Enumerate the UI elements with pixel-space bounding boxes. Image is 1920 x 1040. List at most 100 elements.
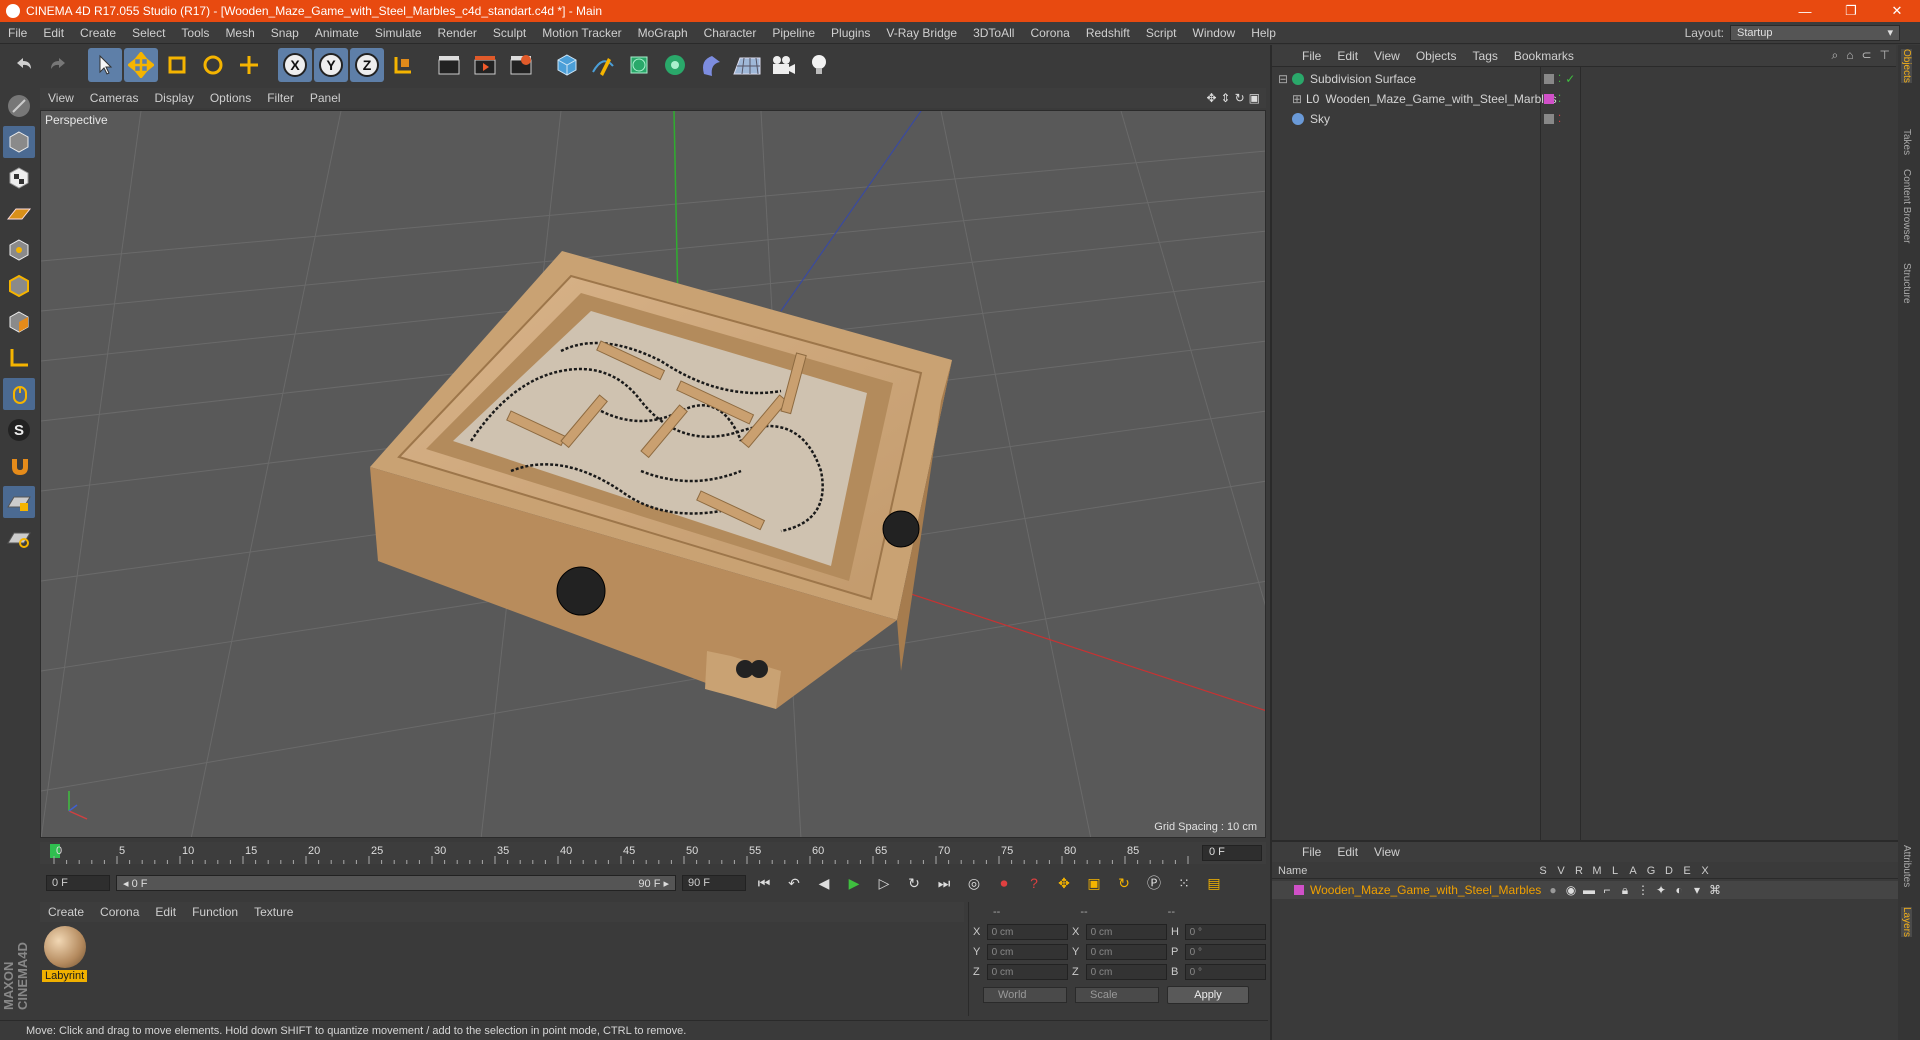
material-menu-create[interactable]: Create bbox=[40, 905, 92, 919]
floor-button[interactable] bbox=[730, 48, 764, 82]
solo-button[interactable]: S bbox=[3, 414, 35, 446]
menu-plugins[interactable]: Plugins bbox=[823, 26, 878, 40]
autokey-icon[interactable]: ? bbox=[1022, 871, 1046, 895]
solo-dot-icon[interactable]: ● bbox=[1544, 883, 1562, 897]
lock-icon[interactable]: 🔒︎ bbox=[1616, 883, 1634, 898]
menu-simulate[interactable]: Simulate bbox=[367, 26, 430, 40]
render-icon[interactable]: ▬ bbox=[1580, 883, 1598, 897]
link-icon[interactable]: ⊂ bbox=[1861, 48, 1871, 63]
tab-objects[interactable]: Objects bbox=[1901, 49, 1912, 83]
position-x-field[interactable]: 0 cm bbox=[986, 924, 1068, 940]
rotation-b-field[interactable]: 0 ° bbox=[1184, 964, 1266, 980]
menu-mograph[interactable]: MoGraph bbox=[630, 26, 696, 40]
generator-icon[interactable]: ✦ bbox=[1652, 883, 1670, 897]
coordinate-system-button[interactable] bbox=[386, 48, 420, 82]
visibility-dots-icon[interactable]: ⁚ bbox=[1558, 74, 1561, 85]
objects-menu-objects[interactable]: Objects bbox=[1408, 49, 1465, 63]
objects-menu-view[interactable]: View bbox=[1366, 49, 1408, 63]
start-frame-field[interactable]: 0 F bbox=[46, 875, 110, 891]
layer-column-generators[interactable]: G bbox=[1642, 865, 1660, 877]
array-button[interactable] bbox=[658, 48, 692, 82]
material-menu-edit[interactable]: Edit bbox=[147, 905, 184, 919]
position-y-field[interactable]: 0 cm bbox=[986, 944, 1068, 960]
layer-row[interactable]: Wooden_Maze_Game_with_Steel_Marbles ● ◉ … bbox=[1272, 881, 1898, 899]
viewport-menu-filter[interactable]: Filter bbox=[259, 91, 302, 105]
objects-menu-edit[interactable]: Edit bbox=[1329, 49, 1366, 63]
maximize-view-icon[interactable]: ▣ bbox=[1249, 91, 1260, 105]
object-row[interactable]: ⊞ L0 Wooden_Maze_Game_with_Steel_Marbles… bbox=[1272, 89, 1898, 109]
menu-mesh[interactable]: Mesh bbox=[217, 26, 262, 40]
undo-button[interactable] bbox=[6, 48, 40, 82]
step-back-icon[interactable]: ↶ bbox=[782, 871, 806, 895]
preview-range-slider[interactable]: ◂ 0 F 90 F ▸ bbox=[116, 875, 676, 891]
coordinate-space-dropdown[interactable]: World bbox=[983, 987, 1067, 1003]
layout-select[interactable]: Startup ▾ bbox=[1730, 24, 1900, 41]
objects-menu-tags[interactable]: Tags bbox=[1465, 49, 1506, 63]
axis-mode-button[interactable] bbox=[3, 342, 35, 374]
viewport-menu-cameras[interactable]: Cameras bbox=[82, 91, 147, 105]
redo-button[interactable] bbox=[42, 48, 76, 82]
menu-pipeline[interactable]: Pipeline bbox=[764, 26, 823, 40]
xref-icon[interactable]: ⌘ bbox=[1706, 883, 1724, 897]
layers-menu-file[interactable]: File bbox=[1294, 845, 1329, 859]
viewport-menu-options[interactable]: Options bbox=[202, 91, 259, 105]
menu-3dtoall[interactable]: 3DToAll bbox=[965, 26, 1022, 40]
tab-takes[interactable]: Takes bbox=[1901, 129, 1912, 155]
layer-column-render[interactable]: R bbox=[1570, 865, 1588, 877]
texture-mode-button[interactable] bbox=[3, 162, 35, 194]
menu-character[interactable]: Character bbox=[696, 26, 765, 40]
enabled-check-icon[interactable]: ✓ bbox=[1565, 72, 1575, 86]
key-points-icon[interactable]: ⁙ bbox=[1172, 871, 1196, 895]
eye-icon[interactable]: ◉ bbox=[1562, 883, 1580, 897]
objects-menu-file[interactable]: File bbox=[1294, 49, 1329, 63]
current-frame-field[interactable]: 0 F bbox=[1202, 845, 1262, 861]
cube-object-button[interactable] bbox=[550, 48, 584, 82]
visibility-dots-icon[interactable]: ⁚ bbox=[1558, 114, 1561, 125]
edges-mode-button[interactable] bbox=[3, 270, 35, 302]
layer-column-manager[interactable]: M bbox=[1588, 865, 1606, 877]
tweak-mode-button[interactable] bbox=[3, 378, 35, 410]
snap-button[interactable] bbox=[3, 450, 35, 482]
menu-window[interactable]: Window bbox=[1185, 26, 1244, 40]
go-to-end-icon[interactable]: ⏭ bbox=[932, 871, 956, 895]
object-row[interactable]: ⊟ Subdivision Surface ⁚ ✓ bbox=[1272, 69, 1898, 89]
new-panel-icon[interactable]: ⊤ bbox=[1880, 48, 1890, 63]
y-axis-lock-button[interactable]: Y bbox=[314, 48, 348, 82]
menu-render[interactable]: Render bbox=[430, 26, 485, 40]
menu-animate[interactable]: Animate bbox=[307, 26, 367, 40]
timeline-ruler[interactable]: 051015202530354045505560657075808590 0 F bbox=[40, 842, 1266, 864]
menu-file[interactable]: File bbox=[0, 26, 35, 40]
timeline-window-icon[interactable]: ▤ bbox=[1202, 871, 1226, 895]
viewport-perspective[interactable]: Perspective Grid Spacing : 10 cm bbox=[40, 110, 1266, 838]
dolly-view-icon[interactable]: ⇕ bbox=[1221, 91, 1231, 105]
render-settings-button[interactable] bbox=[504, 48, 538, 82]
layer-column-xref[interactable]: X bbox=[1696, 865, 1714, 877]
rotation-p-field[interactable]: 0 ° bbox=[1184, 944, 1266, 960]
layers-menu-edit[interactable]: Edit bbox=[1329, 845, 1366, 859]
apply-button[interactable]: Apply bbox=[1167, 986, 1249, 1004]
viewport-menu-panel[interactable]: Panel bbox=[302, 91, 349, 105]
menu-vray-bridge[interactable]: V-Ray Bridge bbox=[878, 26, 965, 40]
subdivision-surface-button[interactable] bbox=[622, 48, 656, 82]
next-frame-icon[interactable]: ▷ bbox=[872, 871, 896, 895]
animation-icon[interactable]: ⋮ bbox=[1634, 883, 1652, 897]
render-view-button[interactable] bbox=[432, 48, 466, 82]
objects-menu-bookmarks[interactable]: Bookmarks bbox=[1506, 49, 1582, 63]
minimize-button[interactable]: — bbox=[1782, 0, 1828, 22]
deformer-icon[interactable]: ◐ bbox=[1670, 883, 1688, 897]
layer-column-animation[interactable]: A bbox=[1624, 865, 1642, 877]
expression-icon[interactable]: ▾ bbox=[1688, 883, 1706, 897]
end-frame-field[interactable]: 90 F bbox=[682, 875, 746, 891]
tab-attributes[interactable]: Attributes bbox=[1901, 845, 1912, 887]
material-menu-corona[interactable]: Corona bbox=[92, 905, 147, 919]
object-row[interactable]: Sky ⁚ bbox=[1272, 109, 1898, 129]
tab-layers[interactable]: Layers bbox=[1901, 907, 1912, 938]
go-to-start-icon[interactable]: ⏮ bbox=[752, 871, 776, 895]
rotation-h-field[interactable]: 0 ° bbox=[1184, 924, 1266, 940]
live-selection-button[interactable] bbox=[232, 48, 266, 82]
select-tool-button[interactable] bbox=[88, 48, 122, 82]
menu-snap[interactable]: Snap bbox=[263, 26, 307, 40]
points-mode-button[interactable] bbox=[3, 234, 35, 266]
viewport-menu-display[interactable]: Display bbox=[146, 91, 201, 105]
tab-structure[interactable]: Structure bbox=[1901, 263, 1912, 304]
